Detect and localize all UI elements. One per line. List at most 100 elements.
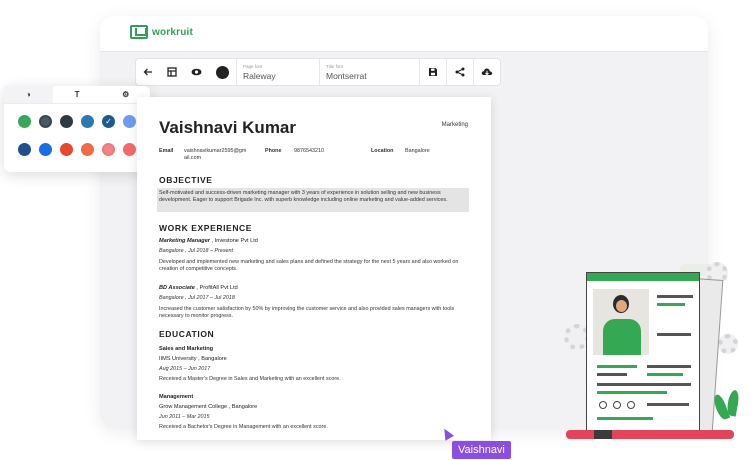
sheet-circle bbox=[627, 401, 635, 409]
stage: workruit Page font Raleway Title font Mo… bbox=[0, 0, 755, 460]
resume-document: Vaishnavi Kumar Marketing Email vaishnav… bbox=[137, 97, 491, 440]
toolbar-actions bbox=[419, 59, 500, 85]
objective-text[interactable]: Self-motivated and success-driven market… bbox=[159, 190, 469, 204]
work-experience-heading: WORK EXPERIENCE bbox=[159, 223, 253, 233]
text-icon: T bbox=[74, 90, 80, 99]
layout-icon bbox=[167, 67, 177, 77]
editor-toolbar: Page font Raleway Title font Montserrat bbox=[135, 58, 501, 86]
sheet-line bbox=[597, 383, 691, 386]
title-font-select[interactable]: Title font Montserrat bbox=[320, 59, 402, 85]
sheet-line bbox=[597, 391, 667, 394]
resume-illustration bbox=[560, 262, 750, 448]
download-button[interactable] bbox=[473, 59, 500, 85]
swatch-row: ✓ bbox=[18, 115, 136, 128]
layout-button[interactable] bbox=[160, 59, 184, 85]
color-swatch[interactable] bbox=[123, 115, 136, 128]
sheet-circle bbox=[613, 401, 621, 409]
education-heading: EDUCATION bbox=[159, 329, 215, 339]
share-icon bbox=[455, 67, 465, 77]
color-swatch[interactable] bbox=[39, 115, 52, 128]
tab-typography[interactable]: T bbox=[53, 86, 102, 103]
theme-settings-panel: ◑ T ⚙ ✓ bbox=[4, 86, 150, 172]
color-swatch[interactable] bbox=[18, 143, 31, 156]
school-line[interactable]: Grow Management College , Bangalore bbox=[159, 404, 257, 410]
school-line[interactable]: IIMS University , Bangalore bbox=[159, 356, 227, 362]
color-swatch[interactable] bbox=[39, 143, 52, 156]
collaborator-cursor-label: Vaishnavi bbox=[452, 441, 511, 459]
person-face bbox=[616, 300, 627, 312]
logo-icon bbox=[130, 25, 148, 39]
color-swatch[interactable] bbox=[18, 115, 31, 128]
color-swatch[interactable] bbox=[123, 143, 136, 156]
education-description[interactable]: Received a Master's Degree in Sales and … bbox=[159, 376, 469, 383]
job-title-line[interactable]: Marketing Manager , Investone Pvt Ltd bbox=[159, 238, 258, 244]
job-title-line[interactable]: BD Associate , ProfitAll Pvt Ltd bbox=[159, 285, 238, 291]
color-swatch[interactable] bbox=[81, 143, 94, 156]
gear-icon bbox=[718, 334, 738, 354]
contrast-icon: ◑ bbox=[25, 90, 31, 99]
pencil-band bbox=[594, 430, 612, 439]
check-icon: ✓ bbox=[105, 117, 112, 126]
color-swatch[interactable]: ✓ bbox=[102, 115, 115, 128]
pencil-shape bbox=[566, 430, 734, 439]
cloud-download-icon bbox=[481, 68, 493, 76]
tab-colors[interactable]: ◑ bbox=[4, 86, 53, 103]
eye-icon bbox=[191, 68, 201, 76]
location-value[interactable]: Bangalore bbox=[405, 148, 430, 154]
job-meta[interactable]: Bangalore , Jul 2017 – Jul 2018 bbox=[159, 295, 235, 301]
page-font-select[interactable]: Page font Raleway bbox=[237, 59, 319, 85]
color-dot-icon bbox=[215, 65, 229, 79]
sheet-line bbox=[657, 333, 691, 336]
sheet-line bbox=[597, 365, 637, 368]
degree-title[interactable]: Sales and Marketing bbox=[159, 346, 213, 352]
sheet-line bbox=[647, 365, 691, 368]
color-swatch[interactable] bbox=[60, 143, 73, 156]
education-description[interactable]: Received a Bachelor's Degree in Manageme… bbox=[159, 424, 469, 431]
logo[interactable]: workruit bbox=[130, 25, 193, 39]
arrow-left-icon bbox=[143, 68, 152, 76]
email-label: Email bbox=[159, 148, 174, 154]
swatch-row bbox=[18, 143, 136, 156]
job-description[interactable]: Increased the customer satisfaction by 5… bbox=[159, 306, 469, 320]
save-icon bbox=[429, 68, 437, 76]
education-dates[interactable]: Aug 2015 – Jun 2017 bbox=[159, 366, 210, 372]
page-font-value: Raleway bbox=[243, 70, 276, 81]
job-meta[interactable]: Bangalore , Jul 2018 – Present bbox=[159, 248, 233, 254]
objective-heading: OBJECTIVE bbox=[159, 175, 213, 185]
phone-label: Phone bbox=[265, 148, 282, 154]
title-font-label: Title font bbox=[326, 63, 344, 69]
share-button[interactable] bbox=[446, 59, 473, 85]
color-swatch[interactable] bbox=[60, 115, 73, 128]
title-font-value: Montserrat bbox=[326, 70, 367, 81]
back-button[interactable] bbox=[136, 59, 160, 85]
person-body bbox=[603, 319, 641, 355]
panel-tabs: ◑ T ⚙ bbox=[4, 86, 150, 104]
sheet-circle bbox=[599, 401, 607, 409]
page-font-label: Page font bbox=[243, 63, 263, 69]
sheet-line bbox=[657, 295, 693, 298]
education-dates[interactable]: Jun 2011 – Mar 2015 bbox=[159, 414, 210, 420]
color-swatch[interactable] bbox=[81, 115, 94, 128]
sheet-line bbox=[597, 417, 653, 420]
profile-photo bbox=[593, 289, 649, 355]
sheet-line bbox=[597, 373, 627, 376]
logo-text: workruit bbox=[152, 26, 194, 38]
app-topbar: workruit bbox=[100, 16, 708, 52]
sheet-line bbox=[647, 403, 689, 406]
sheet-line bbox=[647, 373, 683, 376]
sheet-line bbox=[657, 303, 685, 306]
phone-value[interactable]: 9876543210 bbox=[294, 148, 324, 154]
sheet-header-bar bbox=[587, 273, 699, 281]
email-value[interactable]: vaishnavikumar2595@gm ail.com bbox=[184, 148, 246, 162]
job-description[interactable]: Developed and implemented new marketing … bbox=[159, 259, 469, 273]
resume-role[interactable]: Marketing bbox=[442, 122, 468, 128]
color-swatch[interactable] bbox=[102, 143, 115, 156]
location-label: Location bbox=[371, 148, 394, 154]
resume-name[interactable]: Vaishnavi Kumar bbox=[159, 118, 296, 138]
degree-title[interactable]: Management bbox=[159, 394, 193, 400]
color-button[interactable] bbox=[208, 59, 236, 85]
resume-sheet-front bbox=[586, 272, 700, 432]
leaf-shape bbox=[725, 389, 741, 417]
save-button[interactable] bbox=[419, 59, 446, 85]
preview-button[interactable] bbox=[184, 59, 208, 85]
